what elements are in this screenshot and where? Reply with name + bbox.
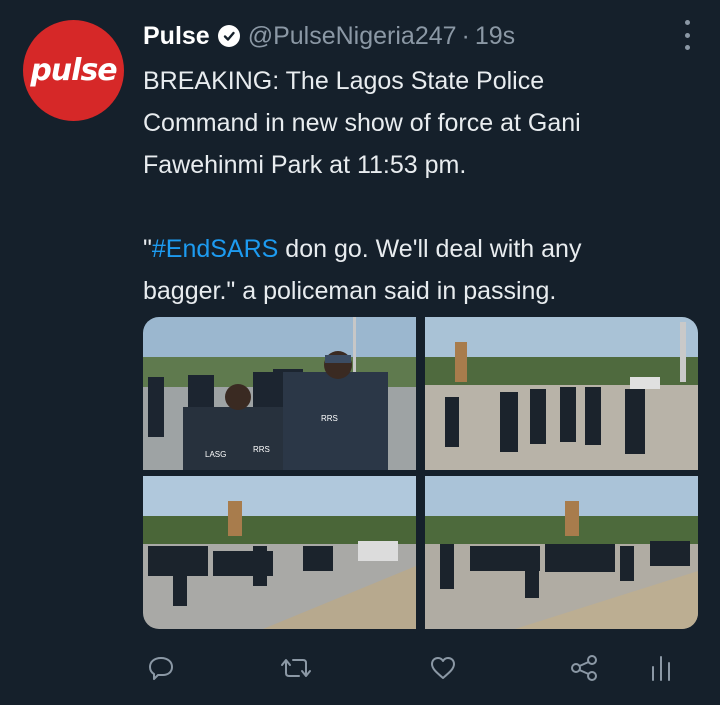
tweet-header: Pulse @PulseNigeria247 · 19s — [143, 16, 660, 56]
tweet-actions — [143, 650, 683, 686]
photo-3[interactable] — [143, 476, 416, 629]
tweet-text: BREAKING: The Lagos State Police Command… — [143, 60, 663, 312]
vest-label: LASG — [205, 450, 226, 459]
analytics-button[interactable] — [643, 650, 679, 686]
media-grid: RRS RRS LASG — [143, 317, 698, 629]
photo-4[interactable] — [425, 476, 698, 629]
share-button[interactable] — [566, 650, 602, 686]
photo-1[interactable]: RRS RRS LASG — [143, 317, 416, 470]
author-name[interactable]: Pulse — [143, 22, 210, 51]
like-button[interactable] — [425, 650, 461, 686]
share-icon — [571, 655, 597, 681]
photo-2[interactable] — [425, 317, 698, 470]
analytics-icon — [652, 656, 670, 681]
avatar[interactable]: pulse — [23, 20, 124, 121]
tweet-timestamp[interactable]: 19s — [475, 22, 515, 51]
heart-icon — [431, 657, 455, 679]
reply-icon — [149, 657, 173, 680]
pulse-logo: pulse — [30, 53, 117, 88]
verified-badge-icon — [217, 25, 240, 47]
retweet-button[interactable] — [278, 650, 314, 686]
more-options-icon[interactable] — [682, 20, 692, 50]
header-separator: · — [461, 21, 470, 50]
reply-button[interactable] — [143, 650, 179, 686]
retweet-icon — [281, 659, 311, 677]
author-handle[interactable]: @PulseNigeria247 — [248, 22, 457, 51]
hashtag-link[interactable]: #EndSARS — [152, 235, 278, 263]
quote-mark: " — [143, 235, 152, 263]
tweet-paragraph-2: "#EndSARS don go. We'll deal with any ba… — [143, 228, 663, 312]
tweet-paragraph-1: BREAKING: The Lagos State Police Command… — [143, 67, 581, 179]
vest-label: RRS — [321, 414, 338, 423]
vest-label: RRS — [253, 445, 270, 454]
